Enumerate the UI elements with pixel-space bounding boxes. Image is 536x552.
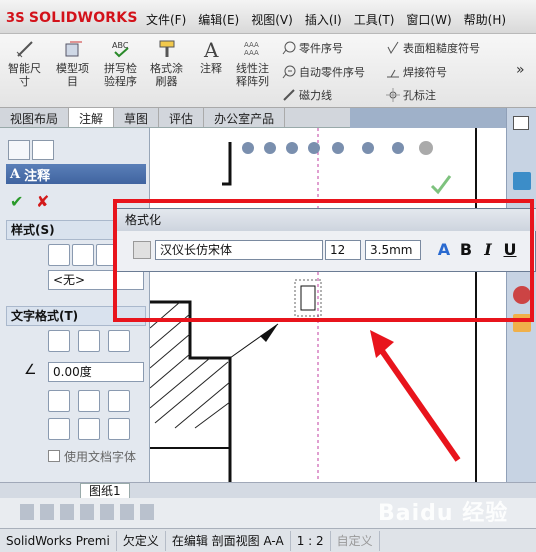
title-bar: 3S SOLIDWORKS 文件(F) 编辑(E) 视图(V) 插入(I) 工具… [0,0,536,34]
format-painter-icon [159,40,174,57]
smart-dimension-label: 智能尺 寸 [8,62,41,88]
tab-evaluate[interactable]: 评估 [159,108,205,127]
cancel-x-icon[interactable]: ✘ [36,192,49,211]
balloon-label: 零件序号 [299,42,343,55]
magnetic-line-button[interactable]: 磁力线 [282,87,332,103]
svg-text:AAA: AAA [244,41,259,49]
feature-tree-tab-icon[interactable] [8,140,30,160]
add-style-button[interactable] [72,244,94,266]
linear-note-pattern-icon: AAAAAA [244,41,259,57]
panel-tabs [8,140,54,160]
add-symbol-button[interactable] [108,390,130,412]
spell-check-button[interactable]: ABC 拼写检 验程序 [104,38,137,88]
panel-title: A 注释 [6,164,146,184]
weld-symbol-label: 焊接符号 [403,66,447,79]
hole-callout-icon [386,88,400,102]
geometric-tolerance-button[interactable] [78,418,100,440]
use-doc-font-label: 使用文档字体 [64,450,137,464]
model-items-icon [65,41,82,57]
weld-symbol-icon [387,69,399,78]
view-tools-icons[interactable] [20,504,160,520]
status-scale[interactable]: 1 : 2 [291,530,331,551]
note-title-icon: A [10,166,21,182]
align-left-button[interactable] [48,330,70,352]
sheet-tab[interactable]: 图纸1 [80,483,130,499]
watermark: Baidu 经验 [378,501,509,526]
magnetic-line-label: 磁力线 [299,89,332,102]
highlight-box [113,199,534,322]
align-right-button[interactable] [108,330,130,352]
red-arrow-annotation [370,330,461,462]
menu-insert[interactable]: 插入(I) [299,6,348,33]
smart-dimension-icon [16,41,33,58]
svg-text:A: A [203,38,219,60]
ribbon-more-button[interactable]: » [516,62,525,78]
note-button[interactable]: A 注释 [200,38,222,75]
linear-note-pattern-label: 线性注 释阵列 [236,62,269,88]
tab-annotation[interactable]: 注解 [69,108,115,127]
angle-icon: ∠ [24,362,37,378]
panel-title-label: 注释 [24,168,51,184]
menu-window[interactable]: 窗口(W) [400,6,457,33]
menu-bar: 文件(F) 编辑(E) 视图(V) 插入(I) 工具(T) 窗口(W) 帮助(H… [140,6,512,33]
weld-symbol-button[interactable]: 焊接符号 [386,64,447,80]
apply-style-button[interactable] [48,244,70,266]
use-doc-font-checkbox[interactable] [48,450,60,462]
auto-balloon-button[interactable]: 自动零件序号 [282,64,365,80]
menu-file[interactable]: 文件(F) [140,6,192,33]
status-custom[interactable]: 自定义 [331,530,380,551]
restore-window-icon[interactable] [513,116,529,130]
model-items-label: 模型项 目 [56,62,89,88]
command-tabs: 视图布局 注解 草图 评估 办公室产品 [0,108,350,128]
resources-tab-icon[interactable] [513,172,531,190]
status-app-name: SolidWorks Premi [0,530,117,551]
hole-callout-label: 孔标注 [403,89,436,102]
model-items-button[interactable]: 模型项 目 [56,38,89,88]
spell-check-label: 拼写检 验程序 [104,62,137,88]
menu-help[interactable]: 帮助(H) [458,6,512,33]
note-label: 注释 [200,62,222,75]
linear-note-pattern-button[interactable]: AAA AAA 线性注 释阵列 [236,38,269,88]
hole-callout-button[interactable]: 孔标注 [386,87,436,103]
svg-text:AAA: AAA [244,49,259,57]
format-painter-label: 格式涂 刷器 [150,62,183,88]
logo-text: SOLIDWORKS [28,10,138,26]
status-definition: 欠定义 [117,530,166,551]
solidworks-logo: 3S SOLIDWORKS [6,7,138,29]
balloon-button[interactable]: 零件序号 [282,40,343,56]
angle-input[interactable]: 0.00度 [48,362,144,382]
surface-finish-label: 表面粗糙度符号 [403,42,480,55]
ok-check-icon[interactable]: ✔ [10,192,23,211]
command-manager: 智能尺 寸 模型项 目 ABC 拼写检 验程序 格式涂 刷器 A 注释 AAA A… [0,34,536,108]
auto-balloon-icon [282,65,296,79]
surface-finish-icon [387,41,399,55]
property-manager-tab-icon[interactable] [32,140,54,160]
auto-balloon-label: 自动零件序号 [299,66,365,79]
smart-dimension-button[interactable]: 智能尺 寸 [8,38,41,88]
insert-hyperlink-button[interactable] [48,390,70,412]
menu-view[interactable]: 视图(V) [245,6,299,33]
format-painter-button[interactable]: 格式涂 刷器 [150,38,183,88]
magnetic-line-icon [283,89,295,101]
lock-symbol-button[interactable] [48,418,70,440]
logo-mark: 3S [6,10,25,26]
status-editing: 在编辑 剖面视图 A-A [166,530,291,551]
menu-edit[interactable]: 编辑(E) [192,6,245,33]
tab-office-products[interactable]: 办公室产品 [204,108,286,127]
status-bar: SolidWorks Premi 欠定义 在编辑 剖面视图 A-A 1 : 2 … [0,528,536,552]
tab-view-layout[interactable]: 视图布局 [0,108,70,127]
menu-tools[interactable]: 工具(T) [348,6,401,33]
balloon-icon [282,41,296,55]
tab-sketch[interactable]: 草图 [114,108,160,127]
spell-check-icon: ABC [112,41,128,58]
link-to-property-button[interactable] [78,390,100,412]
note-icon: A [203,38,219,60]
align-center-button[interactable] [78,330,100,352]
surface-finish-button[interactable]: 表面粗糙度符号 [386,40,480,56]
surface-finish-panel-button[interactable] [108,418,130,440]
